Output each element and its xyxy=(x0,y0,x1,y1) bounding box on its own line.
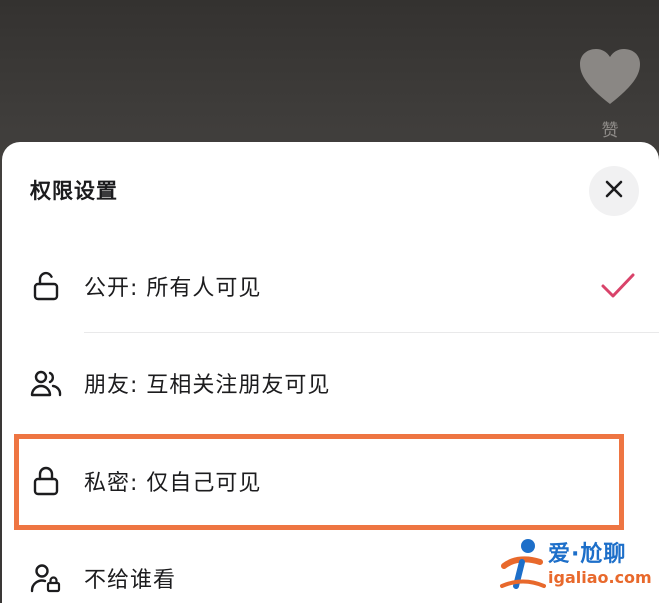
close-button[interactable] xyxy=(589,166,639,216)
watermark-logo-icon xyxy=(498,536,546,592)
friends-icon xyxy=(30,367,62,399)
check-icon xyxy=(600,271,636,301)
option-label: 朋友: 互相关注朋友可见 xyxy=(84,373,331,398)
person-lock-icon xyxy=(30,562,62,594)
watermark: 爱·尬聊 igaliao.com xyxy=(498,534,658,600)
watermark-brand: 爱·尬聊 xyxy=(548,542,627,567)
option-label: 公开: 所有人可见 xyxy=(84,276,262,301)
unlock-icon xyxy=(30,270,62,302)
close-icon xyxy=(604,179,624,203)
watermark-url: igaliao.com xyxy=(548,568,652,587)
option-private[interactable]: 私密: 仅自己可见 xyxy=(2,433,659,529)
like-button[interactable]: 赞 xyxy=(578,48,642,141)
option-label: 不给谁看 xyxy=(84,568,177,593)
divider xyxy=(84,332,659,333)
sheet-title: 权限设置 xyxy=(30,179,118,203)
option-public[interactable]: 公开: 所有人可见 xyxy=(2,238,659,334)
option-label: 私密: 仅自己可见 xyxy=(84,471,262,496)
heart-icon xyxy=(579,48,641,110)
option-friends[interactable]: 朋友: 互相关注朋友可见 xyxy=(2,335,659,431)
like-label: 赞 xyxy=(601,121,619,141)
lock-icon xyxy=(30,465,62,497)
